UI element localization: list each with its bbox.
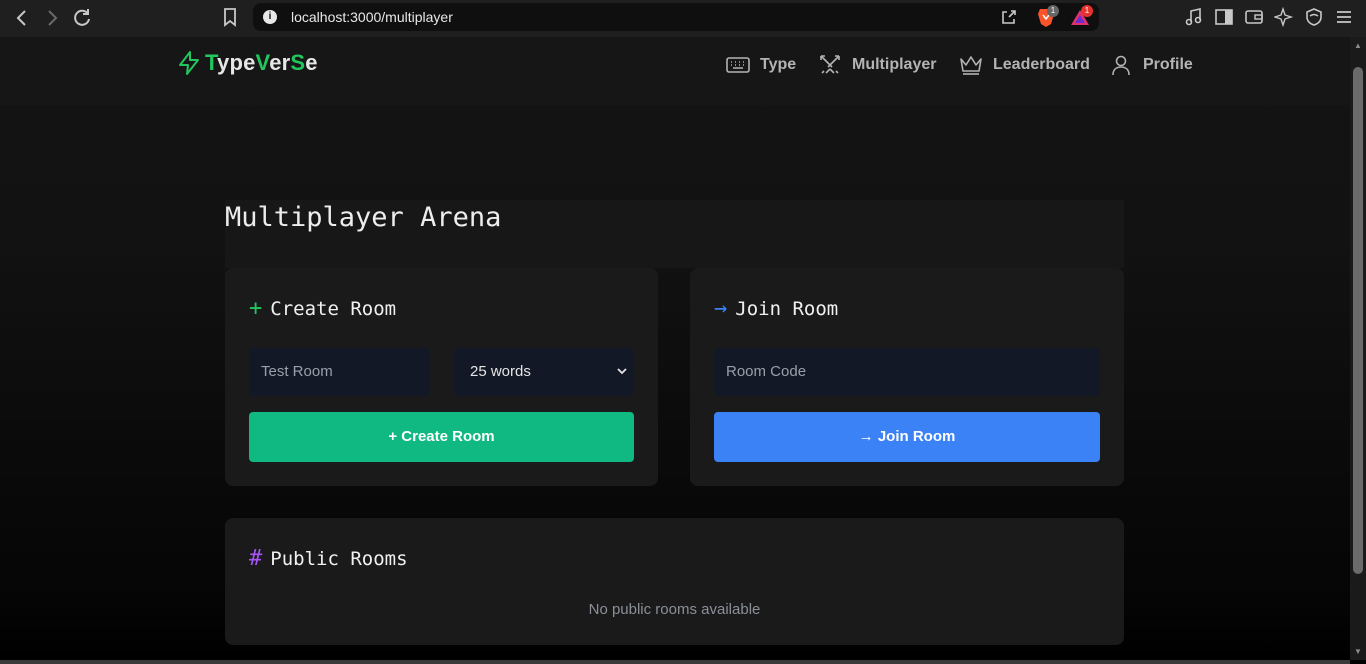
nav-item-label: Type xyxy=(760,56,797,73)
hash-icon: # xyxy=(249,546,263,571)
vpn-button[interactable] xyxy=(1304,7,1324,27)
logo-letters: e xyxy=(305,50,318,75)
swords-icon xyxy=(820,55,840,74)
media-button[interactable] xyxy=(1184,7,1204,27)
join-room-card: → Join Room Room Code → Join Room xyxy=(690,268,1124,486)
forward-button[interactable] xyxy=(40,6,64,30)
nav-item-label: Profile xyxy=(1143,56,1193,73)
shield-icon xyxy=(1306,8,1322,26)
chevron-down-icon xyxy=(617,368,627,375)
empty-state-text: No public rooms available xyxy=(588,601,761,618)
create-room-heading: + Create Room xyxy=(249,296,396,321)
crown-icon xyxy=(960,56,982,75)
create-room-button[interactable]: + Create Room xyxy=(249,412,634,462)
hamburger-menu-icon xyxy=(1337,11,1351,23)
page-title: Multiplayer Arena xyxy=(225,202,502,233)
bookmark-icon xyxy=(224,8,236,27)
browser-toolbar: i localhost:3000/multiplayer 1 1 xyxy=(0,0,1366,37)
brave-rewards-button[interactable]: 1 xyxy=(1069,5,1093,28)
bookmark-button[interactable] xyxy=(220,6,240,28)
reload-icon xyxy=(74,9,90,26)
plus-icon: + xyxy=(249,296,263,321)
nav-item-profile[interactable]: Profile xyxy=(1109,51,1193,79)
leo-ai-button[interactable] xyxy=(1272,6,1294,28)
public-rooms-title: Public Rooms xyxy=(270,547,408,570)
horizontal-scrollbar[interactable] xyxy=(0,660,1350,664)
shields-badge: 1 xyxy=(1047,5,1059,17)
logo-letter: S xyxy=(290,50,306,75)
sidebar-toggle-button[interactable] xyxy=(1214,7,1234,27)
back-arrow-icon xyxy=(16,10,26,26)
forward-arrow-icon xyxy=(48,10,58,26)
nav-item-label: Leaderboard xyxy=(993,56,1090,73)
brave-shields-button[interactable]: 1 xyxy=(1036,5,1059,28)
rewards-badge: 1 xyxy=(1081,5,1093,17)
sidebar-icon xyxy=(1215,9,1233,25)
reload-button[interactable] xyxy=(70,6,94,30)
music-note-icon xyxy=(1185,8,1202,26)
wallet-button[interactable] xyxy=(1244,7,1264,27)
share-icon xyxy=(1002,10,1016,24)
join-room-heading: → Join Room xyxy=(714,296,838,321)
keyboard-icon xyxy=(726,57,750,73)
nav-item-label: Multiplayer xyxy=(852,56,937,73)
create-room-card: + Create Room Test Room 25 words + Creat… xyxy=(225,268,658,486)
wallet-icon xyxy=(1245,10,1263,24)
lightning-bolt-icon xyxy=(179,51,199,75)
room-code-input[interactable]: Room Code xyxy=(714,348,1100,396)
scrollbar-thumb[interactable] xyxy=(1353,67,1363,574)
logo-letters: er xyxy=(269,50,291,75)
share-button[interactable] xyxy=(1000,8,1018,26)
menu-button[interactable] xyxy=(1334,7,1354,27)
nav-item-type[interactable]: Type xyxy=(726,51,796,79)
join-room-button[interactable]: → Join Room xyxy=(714,412,1100,462)
arena-header: Multiplayer Arena xyxy=(225,200,1124,268)
site-info-icon[interactable]: i xyxy=(263,10,277,24)
page-viewport: TypeVerSe Type Multiplayer Leaderboard P… xyxy=(0,37,1350,660)
site-logo[interactable]: TypeVerSe xyxy=(177,50,318,76)
logo-letter: V xyxy=(255,50,270,75)
sparkle-icon xyxy=(1272,6,1294,28)
nav-item-multiplayer[interactable]: Multiplayer xyxy=(818,51,936,79)
nav-item-leaderboard[interactable]: Leaderboard xyxy=(959,51,1090,79)
user-icon xyxy=(1112,55,1130,76)
url-text[interactable]: localhost:3000/multiplayer xyxy=(291,9,453,25)
logo-text: TypeVerSe xyxy=(205,50,318,76)
arrow-right-icon: → xyxy=(714,296,728,321)
create-room-title: Create Room xyxy=(270,297,397,320)
join-room-title: Join Room xyxy=(735,297,839,320)
logo-letters: ype xyxy=(217,50,256,75)
site-navbar: TypeVerSe Type Multiplayer Leaderboard P… xyxy=(0,37,1350,105)
public-rooms-card: # Public Rooms No public rooms available xyxy=(225,518,1124,645)
logo-letter: T xyxy=(205,50,218,75)
public-rooms-heading: # Public Rooms xyxy=(249,546,408,571)
room-name-input[interactable]: Test Room xyxy=(249,348,430,396)
word-count-select[interactable]: 25 words xyxy=(454,348,634,396)
scroll-down-arrow-icon[interactable]: ▼ xyxy=(1353,647,1363,657)
word-count-value: 25 words xyxy=(470,363,531,380)
back-button[interactable] xyxy=(10,6,34,30)
scroll-up-arrow-icon[interactable]: ▲ xyxy=(1353,41,1363,51)
vertical-scrollbar[interactable]: ▲ ▼ xyxy=(1350,37,1366,660)
address-bar[interactable]: i localhost:3000/multiplayer 1 1 xyxy=(253,3,1099,31)
